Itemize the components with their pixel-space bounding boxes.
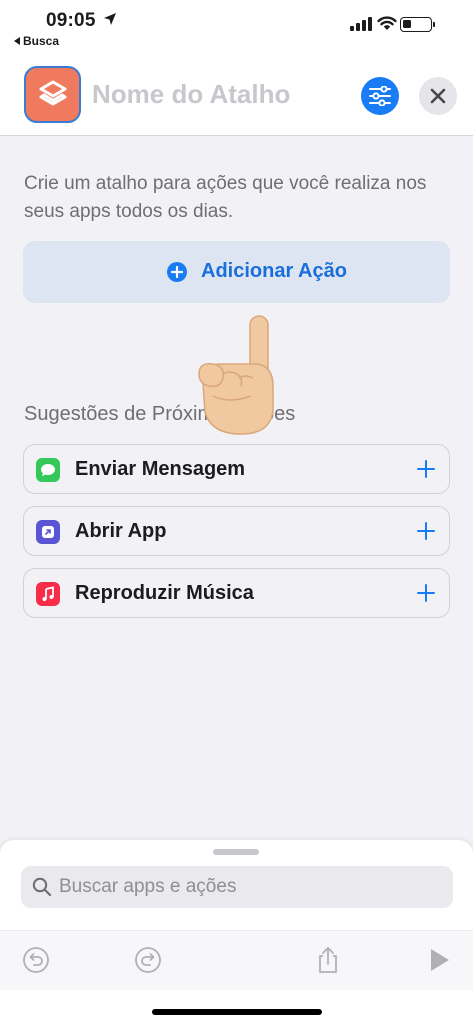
cellular-signal-icon bbox=[350, 17, 372, 31]
close-icon bbox=[430, 88, 446, 104]
back-app-label: Busca bbox=[23, 34, 60, 48]
suggestion-row-send-message[interactable]: Enviar Mensagem bbox=[23, 444, 450, 494]
suggestion-label: Enviar Mensagem bbox=[75, 458, 246, 480]
back-to-app-link[interactable]: Busca bbox=[14, 34, 59, 48]
sliders-icon bbox=[369, 86, 391, 106]
suggestion-label: Abrir App bbox=[75, 520, 167, 542]
add-icon[interactable] bbox=[416, 459, 436, 479]
add-icon[interactable] bbox=[416, 521, 436, 541]
pointing-hand-icon bbox=[198, 315, 274, 435]
share-icon[interactable] bbox=[313, 945, 343, 975]
add-icon[interactable] bbox=[416, 583, 436, 603]
battery-cap bbox=[433, 22, 435, 27]
location-arrow-icon bbox=[104, 13, 116, 25]
status-time: 09:05 bbox=[46, 10, 96, 31]
settings-button[interactable] bbox=[361, 77, 399, 115]
suggestion-row-play-music[interactable]: Reproduzir Música bbox=[23, 568, 450, 618]
suggestion-row-open-app[interactable]: Abrir App bbox=[23, 506, 450, 556]
shortcut-icon-button[interactable] bbox=[24, 66, 81, 123]
sheet-grabber[interactable] bbox=[213, 849, 259, 855]
add-action-label: Adicionar Ação bbox=[201, 260, 347, 282]
shortcut-name-field[interactable]: Nome do Atalho bbox=[92, 79, 290, 110]
status-bar: 09:05 Busca bbox=[0, 0, 473, 56]
search-input[interactable] bbox=[59, 872, 439, 902]
action-search-sheet bbox=[0, 840, 473, 1024]
music-icon bbox=[36, 582, 60, 606]
open-app-icon bbox=[36, 520, 60, 544]
shortcut-editor-header: Nome do Atalho bbox=[0, 56, 473, 136]
search-icon bbox=[32, 877, 52, 897]
search-field[interactable] bbox=[21, 866, 453, 908]
battery-fill bbox=[403, 20, 411, 28]
shortcuts-app-icon bbox=[39, 80, 67, 106]
suggestion-label: Reproduzir Música bbox=[75, 582, 254, 604]
home-indicator[interactable] bbox=[152, 1009, 322, 1015]
close-button[interactable] bbox=[419, 77, 457, 115]
play-icon[interactable] bbox=[424, 945, 454, 975]
undo-icon[interactable] bbox=[21, 945, 51, 975]
intro-text: Crie um atalho para ações que você reali… bbox=[24, 173, 427, 222]
back-triangle-icon bbox=[14, 37, 20, 45]
redo-icon[interactable] bbox=[133, 945, 163, 975]
battery-icon bbox=[400, 17, 432, 32]
plus-circle-icon bbox=[167, 262, 187, 282]
add-action-button[interactable]: Adicionar Ação bbox=[23, 241, 450, 303]
messages-icon bbox=[36, 458, 60, 482]
editor-toolbar bbox=[0, 930, 473, 990]
wifi-icon bbox=[377, 16, 397, 30]
